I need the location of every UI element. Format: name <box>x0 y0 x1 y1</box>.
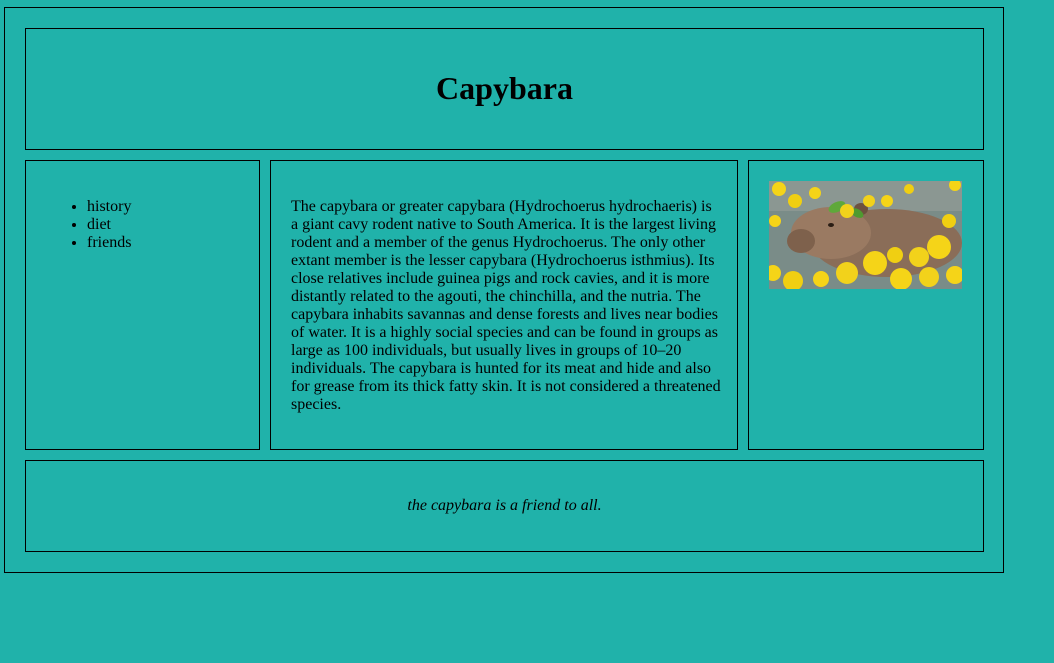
nav-item-diet[interactable]: diet <box>87 216 131 234</box>
capybara-photo <box>769 181 962 289</box>
nav-item-history[interactable]: history <box>87 198 131 216</box>
footer-text: the capybara is a friend to all. <box>407 497 602 514</box>
page-container: Capybara history diet friends The capyba… <box>4 7 1004 573</box>
header: Capybara <box>25 28 984 150</box>
nav-panel: history diet friends <box>25 160 260 450</box>
image-panel <box>748 160 984 450</box>
nav-list: history diet friends <box>47 198 131 252</box>
nav-item-friends[interactable]: friends <box>87 234 131 252</box>
page-title: Capybara <box>436 70 573 106</box>
description-paragraph: The capybara or greater capybara (Hydroc… <box>291 198 721 413</box>
main-content: The capybara or greater capybara (Hydroc… <box>270 160 738 450</box>
footer: the capybara is a friend to all. <box>25 460 984 552</box>
